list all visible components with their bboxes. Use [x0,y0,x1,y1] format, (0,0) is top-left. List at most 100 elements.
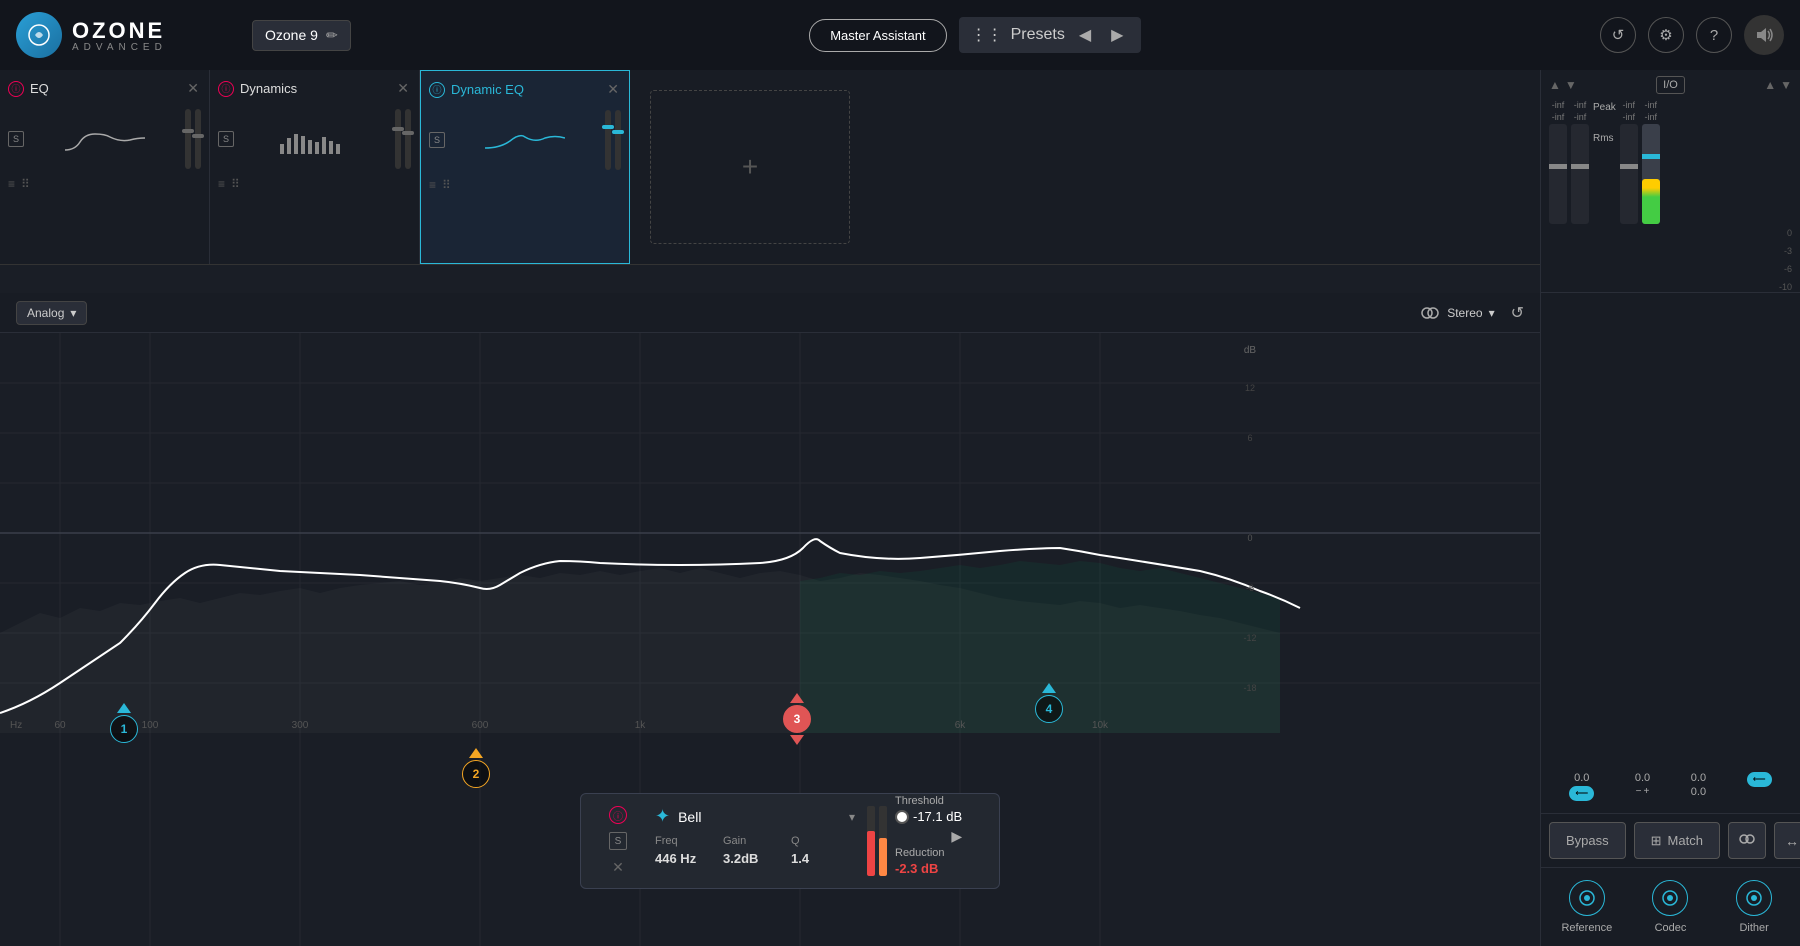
module-dynamics-close[interactable]: ✕ [395,78,411,99]
settings-button[interactable]: ⚙ [1648,17,1684,53]
svg-text:0: 0 [1247,533,1252,543]
meter-thumb-4[interactable] [1642,154,1660,159]
meter-plus-btn[interactable]: + [1644,786,1650,797]
module-dynamic-eq-power[interactable]: ⓘ [429,82,445,98]
meter-col-4: -inf -inf [1642,100,1660,224]
meter-thumb-3[interactable] [1620,164,1638,169]
top-center: Master Assistant ⋮⋮ Presets ◀ ▶ [367,17,1584,53]
meter-track-4 [1642,124,1660,224]
module-dynamics-grid: ⠿ [231,177,240,191]
link-circles-button[interactable] [1728,822,1766,859]
eq-node-4-arrow-up [1042,683,1056,693]
module-dynamics-icons: S [218,105,411,173]
add-module-button[interactable]: + [650,90,850,244]
codec-icon [1661,889,1679,907]
svg-text:-6: -6 [1246,583,1254,593]
dither-icon [1745,889,1763,907]
eq-node-2[interactable]: 2 [462,748,490,788]
meter-1-peak-val: -inf [1552,100,1565,110]
bypass-button[interactable]: Bypass [1549,822,1626,859]
meter-2-rms-val: -inf [1574,112,1587,122]
help-button[interactable]: ? [1696,17,1732,53]
arrow-down-icon: ▼ [1565,78,1577,92]
app-title: OZONE [72,18,167,44]
arrow-down2-icon: ▼ [1780,78,1792,92]
dither-item[interactable]: Dither [1716,880,1792,934]
meter-minus-btn[interactable]: − [1636,786,1642,797]
prev-preset-button[interactable]: ◀ [1073,23,1097,47]
meter-4-rms-val: -inf [1645,112,1658,122]
freq-value[interactable]: 446 Hz [655,851,719,866]
logo-icon [16,12,62,58]
popup-delete-btn[interactable]: ✕ [609,858,627,876]
threshold-dot[interactable] [895,810,909,824]
eq-node-3[interactable]: 3 [783,693,811,745]
rms-label: Rms [1593,133,1614,144]
history-button[interactable]: ↺ [1600,17,1636,53]
bottom-icons: Reference Codec Dither [1541,867,1800,946]
stereo-controls: Stereo ▾ [1419,302,1494,324]
module-eq-close[interactable]: ✕ [185,78,201,99]
meter-num-3: 0.0 [1691,772,1706,784]
arrows-button[interactable]: ↔ [1774,822,1800,859]
popup-solo-btn[interactable]: S [609,832,627,850]
master-assistant-button[interactable]: Master Assistant [809,19,946,52]
meter-link-1[interactable]: ⟵ [1569,786,1594,801]
svg-text:600: 600 [472,720,489,731]
codec-item[interactable]: Codec [1633,880,1709,934]
stereo-button[interactable]: Stereo ▾ [1447,306,1494,320]
q-value[interactable]: 1.4 [791,851,855,866]
dither-label: Dither [1739,922,1768,934]
eq-popup: ⓘ S ✕ ✦ Bell ▾ Freq Gain Q 446 Hz [580,793,1000,889]
reference-item[interactable]: Reference [1549,880,1625,934]
module-eq-bottom: ≡ ⠿ [8,177,201,191]
module-dynamic-eq-close[interactable]: ✕ [605,79,621,100]
module-dynamics-solo[interactable]: S [218,131,234,147]
module-eq-faders [185,109,201,169]
meter-thumb-1[interactable] [1549,164,1567,169]
svg-text:100: 100 [142,720,159,731]
play-btn-row: ▶ [895,828,962,845]
gain-value[interactable]: 3.2dB [723,851,787,866]
svg-text:10k: 10k [1092,720,1109,731]
module-eq-solo[interactable]: S [8,131,24,147]
meter-thumb-2[interactable] [1571,164,1589,169]
module-dynamics-bottom: ≡ ⠿ [218,177,411,191]
module-dynamics-power[interactable]: ⓘ [218,81,234,97]
next-preset-button[interactable]: ▶ [1105,23,1129,47]
module-dynamics-wave [242,119,387,159]
popup-left: ⓘ S ✕ [593,806,643,876]
eq-node-1[interactable]: 1 [110,703,138,743]
gain-label: Gain [723,835,787,847]
module-eq-power[interactable]: ⓘ [8,81,24,97]
meter-link-2[interactable]: ⟵ [1747,772,1772,787]
meter-1-rms-val: -inf [1552,112,1565,122]
meter-track-1 [1549,124,1567,224]
play-icon[interactable]: ▶ [951,828,962,845]
module-dynamic-eq-solo[interactable]: S [429,132,445,148]
preset-selector[interactable]: Ozone 9 ✏ [252,20,351,51]
popup-type-dropdown[interactable]: ▾ [849,810,855,824]
meter-db-values: 0.0 ⟵ 0.0 − + 0.0 0.0 ⟵ [1549,768,1792,805]
eq-node-2-circle[interactable]: 2 [462,760,490,788]
module-dynamic-eq-header: ⓘ Dynamic EQ ✕ [429,79,621,100]
eq-node-4-circle[interactable]: 4 [1035,695,1063,723]
meter-col-1: -inf -inf [1549,100,1567,224]
meter-val-4: ⟵ [1747,772,1772,801]
module-dynamics-title: Dynamics [240,81,389,96]
match-button[interactable]: ⊞ Match [1634,822,1720,859]
svg-text:Hz: Hz [10,720,22,731]
module-dynamic-eq-faders [605,110,621,170]
eq-node-4[interactable]: 4 [1035,683,1063,723]
eq-node-3-circle[interactable]: 3 [783,705,811,733]
undo-icon[interactable]: ↺ [1511,303,1524,323]
codec-label: Codec [1655,922,1687,934]
presets-label: Presets [1011,26,1065,44]
app-subtitle: ADVANCED [72,42,167,53]
mode-select[interactable]: Analog ▾ [16,301,87,325]
popup-power-btn[interactable]: ⓘ [609,806,627,824]
eq-node-1-circle[interactable]: 1 [110,715,138,743]
match-grid-icon: ⊞ [1651,833,1662,849]
svg-text:-18: -18 [1243,683,1256,693]
popup-center: ✦ Bell ▾ Freq Gain Q 446 Hz 3.2dB 1.4 [655,806,855,876]
